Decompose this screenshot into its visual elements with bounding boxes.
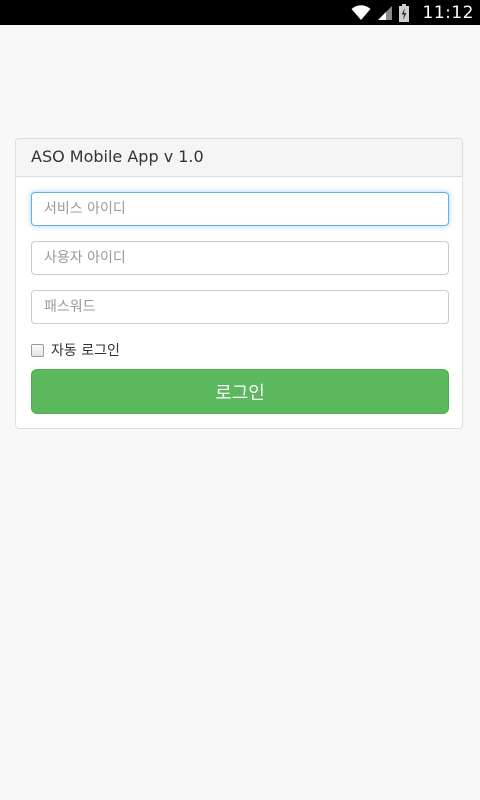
service-id-input[interactable] <box>31 192 449 226</box>
page-content: ASO Mobile App v 1.0 자동 로그인 로그인 <box>0 25 480 800</box>
signal-icon <box>377 5 393 21</box>
wifi-icon <box>351 4 371 21</box>
login-panel: ASO Mobile App v 1.0 자동 로그인 로그인 <box>15 138 463 429</box>
auto-login-checkbox[interactable] <box>31 343 44 357</box>
user-id-input[interactable] <box>31 241 449 275</box>
status-bar: 11:12 <box>0 0 480 25</box>
status-icons: 11:12 <box>351 0 475 25</box>
password-input[interactable] <box>31 290 449 324</box>
battery-icon <box>398 3 409 22</box>
auto-login-row[interactable]: 자동 로그인 <box>31 340 120 360</box>
login-button[interactable]: 로그인 <box>31 369 449 414</box>
clock: 11:12 <box>422 2 474 23</box>
auto-login-label[interactable]: 자동 로그인 <box>51 340 120 360</box>
panel-title: ASO Mobile App v 1.0 <box>16 139 462 177</box>
